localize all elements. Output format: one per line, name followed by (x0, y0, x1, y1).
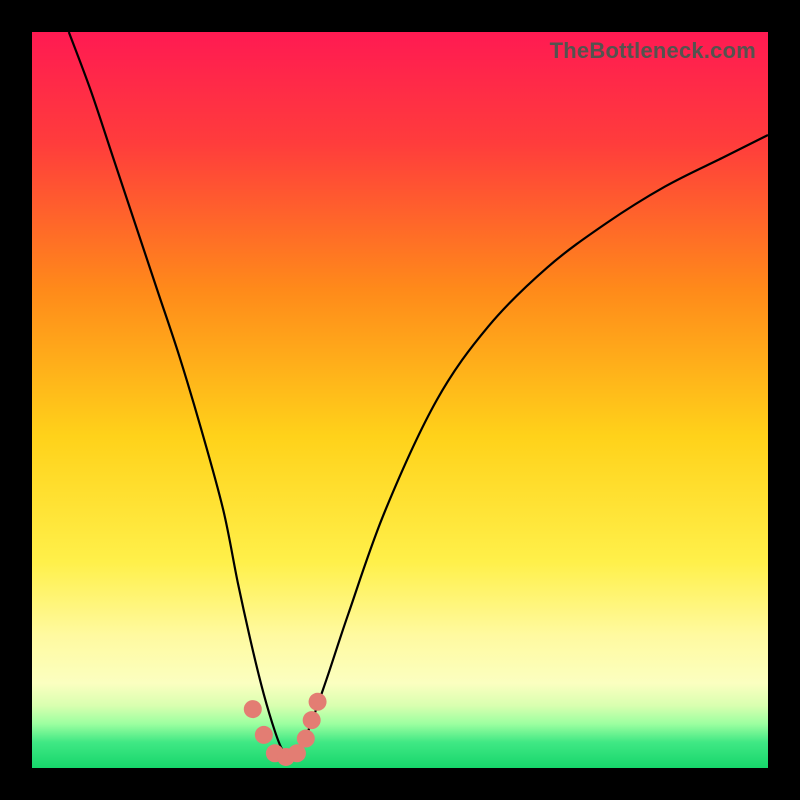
critical-point-marker (244, 700, 262, 718)
critical-point-marker (255, 726, 273, 744)
chart-frame: TheBottleneck.com (32, 32, 768, 768)
critical-point-marker (297, 730, 315, 748)
chart-svg (32, 32, 768, 768)
watermark-text: TheBottleneck.com (550, 38, 756, 64)
plot-area (32, 32, 768, 768)
critical-point-marker (309, 693, 327, 711)
critical-point-marker (303, 711, 321, 729)
gradient-background (32, 32, 768, 768)
